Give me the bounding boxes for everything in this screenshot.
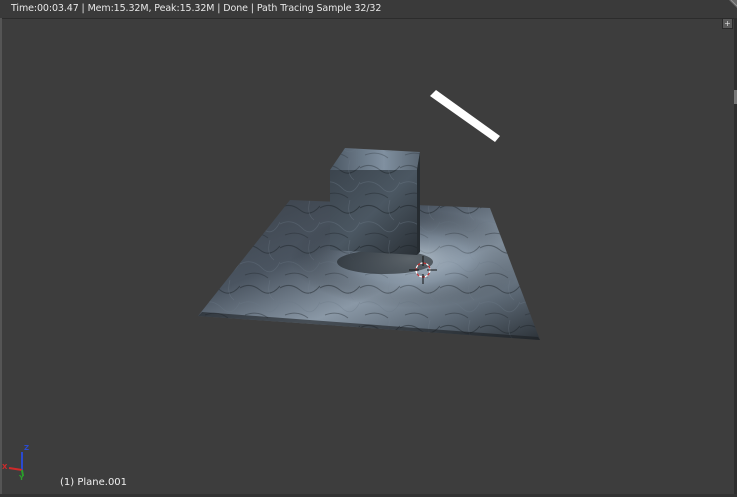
axis-gizmo-icon [8,452,24,477]
plus-icon[interactable]: + [722,18,733,29]
axis-y-label: Y [19,474,25,482]
cube-object [330,148,420,255]
area-lamp [430,90,500,142]
axis-z-label: Z [24,444,30,452]
render-scene [8,90,540,477]
active-object-label: (1) Plane.001 [60,477,128,488]
viewport-left-border [0,18,2,497]
3d-viewport[interactable]: Time:00:03.47 | Mem:15.32M, Peak:15.32M … [0,0,737,497]
axis-x-label: X [2,463,8,471]
render-status-text: Time:00:03.47 | Mem:15.32M, Peak:15.32M … [11,3,382,14]
region-corner-icon[interactable] [727,0,737,10]
render-status-bar: Time:00:03.47 | Mem:15.32M, Peak:15.32M … [0,0,737,19]
